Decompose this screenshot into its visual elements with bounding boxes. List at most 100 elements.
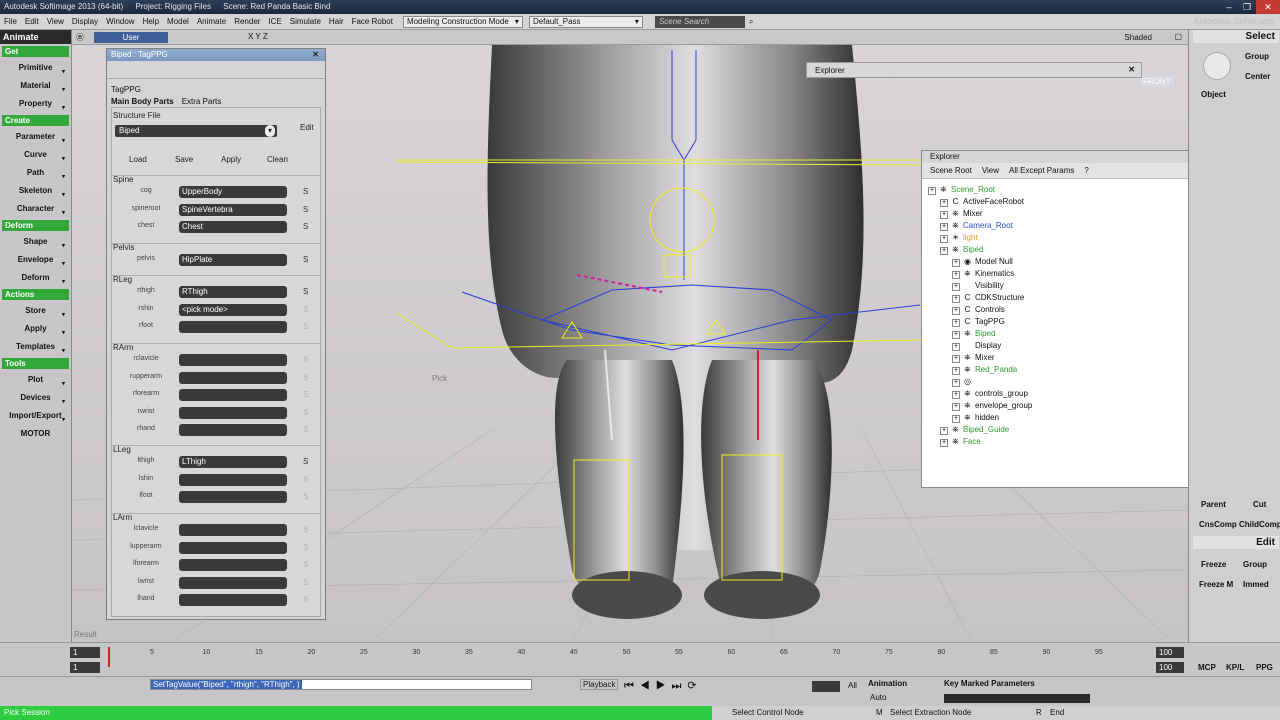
view-menu[interactable]: View [982, 166, 999, 175]
toolbar-button-motor[interactable]: MOTOR [2, 427, 69, 441]
transport-controls[interactable]: ⏮◀▶⏭⟳ [624, 679, 703, 693]
tree-node[interactable]: + C Controls [952, 305, 1005, 315]
menu-item-simulate[interactable]: Simulate [286, 17, 325, 26]
expand-icon[interactable]: + [952, 295, 960, 303]
tag-field-lshin[interactable] [179, 473, 287, 486]
select-button-rupperarm[interactable]: S [303, 373, 308, 382]
select-button-lthigh[interactable]: S [303, 457, 308, 466]
tree-node[interactable]: + ⛯ hidden [952, 413, 999, 423]
frame-step-field[interactable] [812, 681, 840, 692]
freeze-m-button[interactable]: Freeze M [1199, 580, 1233, 589]
scope-select[interactable]: Scene Root [930, 166, 972, 175]
select-button-lforearm[interactable]: S [303, 560, 308, 569]
playback-button[interactable]: Playback [580, 679, 619, 690]
current-frame-field[interactable]: 1 [70, 662, 100, 673]
tag-field-rforearm[interactable] [179, 389, 287, 401]
select-button-lhand[interactable]: S [303, 595, 308, 604]
tag-field-lthigh[interactable]: LThigh [179, 456, 287, 468]
menu-item-render[interactable]: Render [230, 17, 264, 26]
tab-main-body-parts[interactable]: Main Body Parts [111, 97, 174, 106]
expand-icon[interactable]: + [952, 367, 960, 375]
group-button[interactable]: Group [1245, 52, 1269, 61]
expand-icon[interactable]: + [952, 319, 960, 327]
cut-button[interactable]: Cut [1253, 500, 1266, 509]
mode-select[interactable]: Modeling Construction Mode ▾ [402, 15, 523, 28]
cnscomp-button[interactable]: CnsComp [1199, 520, 1237, 529]
toolbar-button-shape[interactable]: Shape [2, 235, 69, 249]
end-frame-field[interactable]: 100 [1156, 647, 1184, 658]
parent-button[interactable]: Parent [1201, 500, 1226, 509]
menu-item-window[interactable]: Window [102, 17, 138, 26]
tree-node[interactable]: + ☀ light [940, 233, 978, 243]
expand-icon[interactable]: + [952, 403, 960, 411]
expand-icon[interactable]: + [940, 427, 948, 435]
apply-button[interactable]: Apply [221, 155, 241, 164]
tree-node[interactable]: + ⛯ Camera_Root [940, 221, 1013, 231]
tree-node[interactable]: + ⛯ Biped [940, 245, 983, 255]
menu-item-file[interactable]: File [0, 17, 21, 26]
save-button[interactable]: Save [175, 155, 193, 164]
playhead[interactable] [108, 647, 110, 667]
expand-icon[interactable]: + [952, 415, 960, 423]
timeline[interactable]: 1 1 100 100 5 10 15 20 25 30 35 40 45 50 55 60 65 70 7… [0, 642, 1280, 676]
tree-node[interactable]: + ⛯ Mixer [940, 209, 983, 219]
end-range-field[interactable]: 100 [1156, 662, 1184, 673]
tag-field-spineroot[interactable]: SpineVertebra [179, 203, 287, 216]
toolbar-button-import-export[interactable]: Import/Export [2, 409, 69, 423]
expand-icon[interactable]: + [940, 211, 948, 219]
ppg-button[interactable]: PPG [1256, 663, 1273, 672]
toolbar-button-apply[interactable]: Apply [2, 322, 69, 336]
tree-node[interactable]: + ⛯ Red_Panda [952, 365, 1017, 375]
toolbar-button-primitive[interactable]: Primitive [2, 61, 69, 75]
expand-icon[interactable]: + [952, 283, 960, 291]
tag-field-lfoot[interactable] [179, 491, 287, 503]
close-icon[interactable]: ✕ [1256, 0, 1280, 14]
toolbar-mode-select[interactable]: Animate [0, 30, 71, 44]
toolbar-button-plot[interactable]: Plot [2, 373, 69, 387]
filter-select[interactable]: All Except Params [1009, 166, 1074, 175]
select-button-cog[interactable]: S [303, 187, 308, 196]
select-button-lshin[interactable]: S [303, 475, 308, 484]
tree-node[interactable]: + C CDKStructure [952, 293, 1024, 303]
expand-icon[interactable]: + [940, 199, 948, 207]
tab-extra-parts[interactable]: Extra Parts [182, 97, 222, 106]
close-icon[interactable]: ✕ [1128, 65, 1135, 74]
kpl-button[interactable]: KP/L [1226, 663, 1244, 672]
tree-node[interactable]: + ◉ Model Null [952, 257, 1013, 267]
expand-icon[interactable]: + [952, 259, 960, 267]
expand-icon[interactable]: + [952, 343, 960, 351]
toolbar-section-deform[interactable]: Deform [2, 220, 69, 231]
panda-mesh[interactable] [487, 45, 864, 619]
toolbar-button-path[interactable]: Path [2, 166, 69, 180]
select-button-rhand[interactable]: S [303, 425, 308, 434]
tree-node[interactable]: + ◎ [952, 377, 975, 387]
tag-field-lwrist[interactable] [179, 576, 287, 589]
expand-icon[interactable]: + [952, 307, 960, 315]
all-button[interactable]: All [848, 681, 857, 690]
search-icon[interactable]: ⌕ [749, 17, 753, 27]
expand-icon[interactable]: + [928, 187, 936, 195]
menu-item-hair[interactable]: Hair [325, 17, 348, 26]
expand-icon[interactable]: + [952, 379, 960, 387]
tree-node[interactable]: + C TagPPG [952, 317, 1005, 327]
menu-item-edit[interactable]: Edit [21, 17, 43, 26]
close-icon[interactable]: ✕ [312, 49, 319, 61]
select-button-lclavicle[interactable]: S [303, 525, 308, 534]
menu-item-animate[interactable]: Animate [193, 17, 230, 26]
key-marked-field[interactable] [944, 694, 1090, 703]
select-button-rforearm[interactable]: S [303, 390, 308, 399]
childcomp-button[interactable]: ChildComp [1239, 520, 1280, 529]
expand-icon[interactable]: + [940, 439, 948, 447]
select-button-lupperarm[interactable]: S [303, 543, 308, 552]
center-button[interactable]: Center [1245, 72, 1270, 81]
select-button-pelvis[interactable]: S [303, 255, 308, 264]
timeline-ruler[interactable]: 5 10 15 20 25 30 35 40 45 50 55 60 65 70 75 80 85 90 95 [102, 645, 1150, 667]
toolbar-section-create[interactable]: Create [2, 115, 69, 126]
toolbar-button-curve[interactable]: Curve [2, 148, 69, 162]
tag-field-rwrist[interactable] [179, 406, 287, 419]
tag-field-lclavicle[interactable] [179, 524, 287, 536]
expand-icon[interactable]: + [940, 247, 948, 255]
toolbar-button-material[interactable]: Material [2, 79, 69, 93]
menu-item-face-robot[interactable]: Face Robot [348, 17, 397, 26]
pass-select[interactable]: Default_Pass ▾ [528, 15, 643, 28]
